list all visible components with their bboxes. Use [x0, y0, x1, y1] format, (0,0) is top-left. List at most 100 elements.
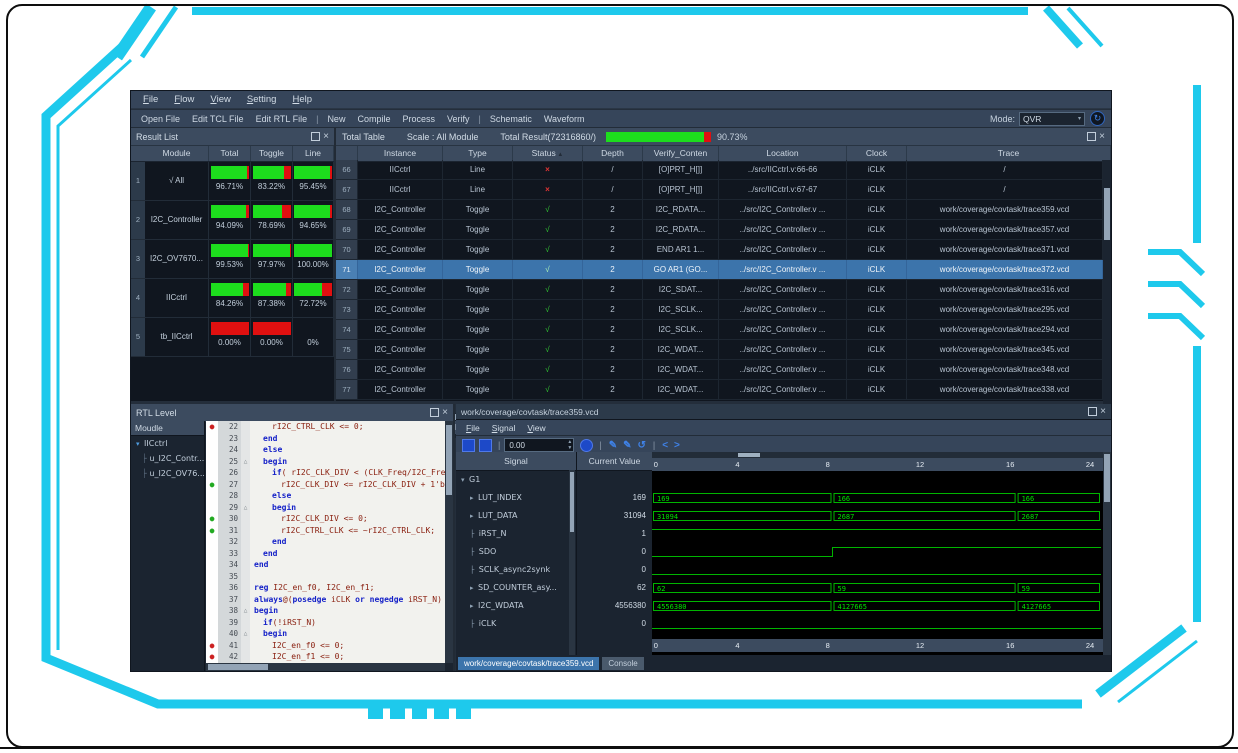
tab-work-coverage-covtask-trace359-vcd[interactable]: work/coverage/covtask/trace359.vcd [458, 657, 599, 670]
column-header-instance[interactable]: Instance [358, 146, 443, 161]
table-row[interactable]: 76I2C_ControllerToggle√2I2C_WDAT...../sr… [336, 360, 1103, 380]
coverage-dot-icon[interactable]: ● [206, 525, 218, 537]
column-header-type[interactable]: Type [443, 146, 513, 161]
code-line[interactable]: ●41I2C_en_f0 <= 0; [206, 640, 445, 652]
signal-iclk[interactable]: ├ iCLK [456, 615, 576, 633]
close-icon[interactable]: × [1100, 407, 1106, 417]
code-line[interactable]: 23end [206, 433, 445, 445]
column-header-depth[interactable]: Depth [583, 146, 643, 161]
code-line[interactable]: 32end [206, 536, 445, 548]
code-line[interactable]: 34end [206, 559, 445, 571]
tree-item-u-i2c-ov76[interactable]: ├ u_I2C_OV76... [131, 466, 204, 481]
result-row[interactable]: 2I2C_Controller94.09%78.69%94.65% [131, 201, 334, 240]
vertical-scrollbar[interactable] [445, 421, 453, 663]
code-line[interactable]: 35 [206, 571, 445, 583]
spinner-icon[interactable]: ▲▼ [567, 439, 572, 451]
vertical-scrollbar[interactable] [1103, 452, 1111, 655]
zoom-fit-icon[interactable]: ↺ [634, 440, 648, 451]
next-edge-icon[interactable]: > [671, 440, 683, 451]
waveform-canvas[interactable]: 048121624 169166166310942687268762595945… [652, 452, 1103, 655]
signal-i2c-wdata[interactable]: ▸ I2C_WDATA [456, 597, 576, 615]
close-icon[interactable]: × [442, 408, 448, 418]
code-line[interactable]: ●42I2C_en_f1 <= 0; [206, 651, 445, 663]
tool-new[interactable]: New [321, 114, 351, 124]
fold-icon[interactable]: △ [241, 502, 250, 514]
tool-compile[interactable]: Compile [351, 114, 396, 124]
code-line[interactable]: 29△begin [206, 502, 445, 514]
result-row[interactable]: 1√ All96.71%83.22%95.45% [131, 162, 334, 201]
table-row[interactable]: 71I2C_ControllerToggle√2GO AR1 (GO...../… [336, 260, 1103, 280]
horizontal-scrollbar[interactable] [206, 663, 445, 671]
signal-irst-n[interactable]: ├ iRST_N [456, 525, 576, 543]
breakpoint-icon[interactable]: ● [206, 640, 218, 652]
code-editor[interactable]: ●22rI2C_CTRL_CLK <= 0;23end24else25△begi… [206, 421, 445, 663]
tab-console[interactable]: Console [602, 657, 643, 670]
zoom-out-icon[interactable]: ✎ [620, 440, 634, 451]
tool-schematic[interactable]: Schematic [484, 114, 538, 124]
column-header-total[interactable]: Total [209, 146, 251, 161]
tree-item-u-i2c-contr[interactable]: ├ u_I2C_Contr... [131, 451, 204, 466]
chevron-icon[interactable]: ▸ [468, 584, 476, 592]
code-line[interactable]: 25△begin [206, 456, 445, 468]
tool-edit-tcl-file[interactable]: Edit TCL File [186, 114, 250, 124]
tool-process[interactable]: Process [396, 114, 441, 124]
cursor-time-input[interactable]: 0.00 ▲▼ [504, 438, 574, 452]
column-header-location[interactable]: Location [719, 146, 847, 161]
table-row[interactable]: 74I2C_ControllerToggle√2I2C_SCLK...../sr… [336, 320, 1103, 340]
chevron-icon[interactable]: ▸ [468, 512, 476, 520]
code-line[interactable]: 39if(!iRST_N) [206, 617, 445, 629]
coverage-dot-icon[interactable]: ● [206, 513, 218, 525]
column-header-module[interactable]: Module [145, 146, 209, 161]
coverage-dot-icon[interactable]: ● [206, 479, 218, 491]
open-wave-icon[interactable] [462, 439, 475, 452]
column-header-line[interactable]: Line [293, 146, 334, 161]
chevron-icon[interactable]: ▸ [468, 602, 476, 610]
undock-icon[interactable] [1088, 407, 1097, 416]
wave-menu-file[interactable]: File [460, 423, 486, 433]
signal-lut-index[interactable]: ▸ LUT_INDEX [456, 489, 576, 507]
search-icon[interactable] [580, 439, 593, 452]
undock-icon[interactable] [1087, 132, 1096, 141]
close-icon[interactable]: × [323, 132, 329, 142]
code-line[interactable]: ●30rI2C_CLK_DIV <= 0; [206, 513, 445, 525]
result-row[interactable]: 5tb_IICctrl0.00%0.00%0% [131, 318, 334, 357]
undock-icon[interactable] [311, 132, 320, 141]
code-line[interactable]: 26if( rI2C_CLK_DIV < (CLK_Freq/I2C_Freq)… [206, 467, 445, 479]
vertical-scrollbar[interactable] [1103, 160, 1111, 413]
column-header-verify-conten[interactable]: Verify_Conten [643, 146, 719, 161]
tree-item-iicctrl[interactable]: ▾ IICctrl [131, 436, 204, 451]
close-icon[interactable]: × [1099, 132, 1105, 142]
tool-verify[interactable]: Verify [441, 114, 476, 124]
chevron-icon[interactable]: ▾ [459, 476, 467, 484]
chevron-icon[interactable]: ▸ [468, 494, 476, 502]
code-line[interactable]: ●31rI2C_CTRL_CLK <= ~rI2C_CTRL_CLK; [206, 525, 445, 537]
table-row[interactable]: 73I2C_ControllerToggle√2I2C_SCLK...../sr… [336, 300, 1103, 320]
signal-sdo[interactable]: ├ SDO [456, 543, 576, 561]
table-row[interactable]: 69I2C_ControllerToggle√2I2C_RDATA...../s… [336, 220, 1103, 240]
column-header-status[interactable]: Status ▲ [513, 146, 583, 161]
menu-view[interactable]: View [202, 94, 238, 105]
refresh-icon[interactable]: ↻ [1090, 111, 1105, 126]
table-row[interactable]: 75I2C_ControllerToggle√2I2C_WDAT...../sr… [336, 340, 1103, 360]
code-line[interactable]: 36reg I2C_en_f0, I2C_en_f1; [206, 582, 445, 594]
vertical-scrollbar[interactable] [569, 470, 575, 655]
code-line[interactable]: ●22rI2C_CTRL_CLK <= 0; [206, 421, 445, 433]
signal-g1[interactable]: ▾ G1 [456, 471, 576, 489]
prev-edge-icon[interactable]: < [659, 440, 671, 451]
table-row[interactable]: 70I2C_ControllerToggle√2END AR1 1...../s… [336, 240, 1103, 260]
tool-edit-rtl-file[interactable]: Edit RTL File [250, 114, 314, 124]
save-wave-icon[interactable] [479, 439, 492, 452]
code-line[interactable]: 37always@(posedge iCLK or negedge iRST_N… [206, 594, 445, 606]
menu-file[interactable]: File [135, 94, 166, 105]
table-row[interactable]: 68I2C_ControllerToggle√2I2C_RDATA...../s… [336, 200, 1103, 220]
column-header-trace[interactable]: Trace [907, 146, 1111, 161]
tool-waveform[interactable]: Waveform [538, 114, 591, 124]
code-line[interactable]: 38△begin [206, 605, 445, 617]
code-line[interactable]: 28else [206, 490, 445, 502]
table-row[interactable]: 67IICctrlLine×/[O]PRT_H[]]../src/IICctrl… [336, 180, 1103, 200]
signal-sd-counter-asy[interactable]: ▸ SD_COUNTER_asy... [456, 579, 576, 597]
result-row[interactable]: 3I2C_OV7670...99.53%97.97%100.00% [131, 240, 334, 279]
code-line[interactable]: 40△begin [206, 628, 445, 640]
fold-icon[interactable]: △ [241, 605, 250, 617]
tool-open-file[interactable]: Open File [135, 114, 186, 124]
